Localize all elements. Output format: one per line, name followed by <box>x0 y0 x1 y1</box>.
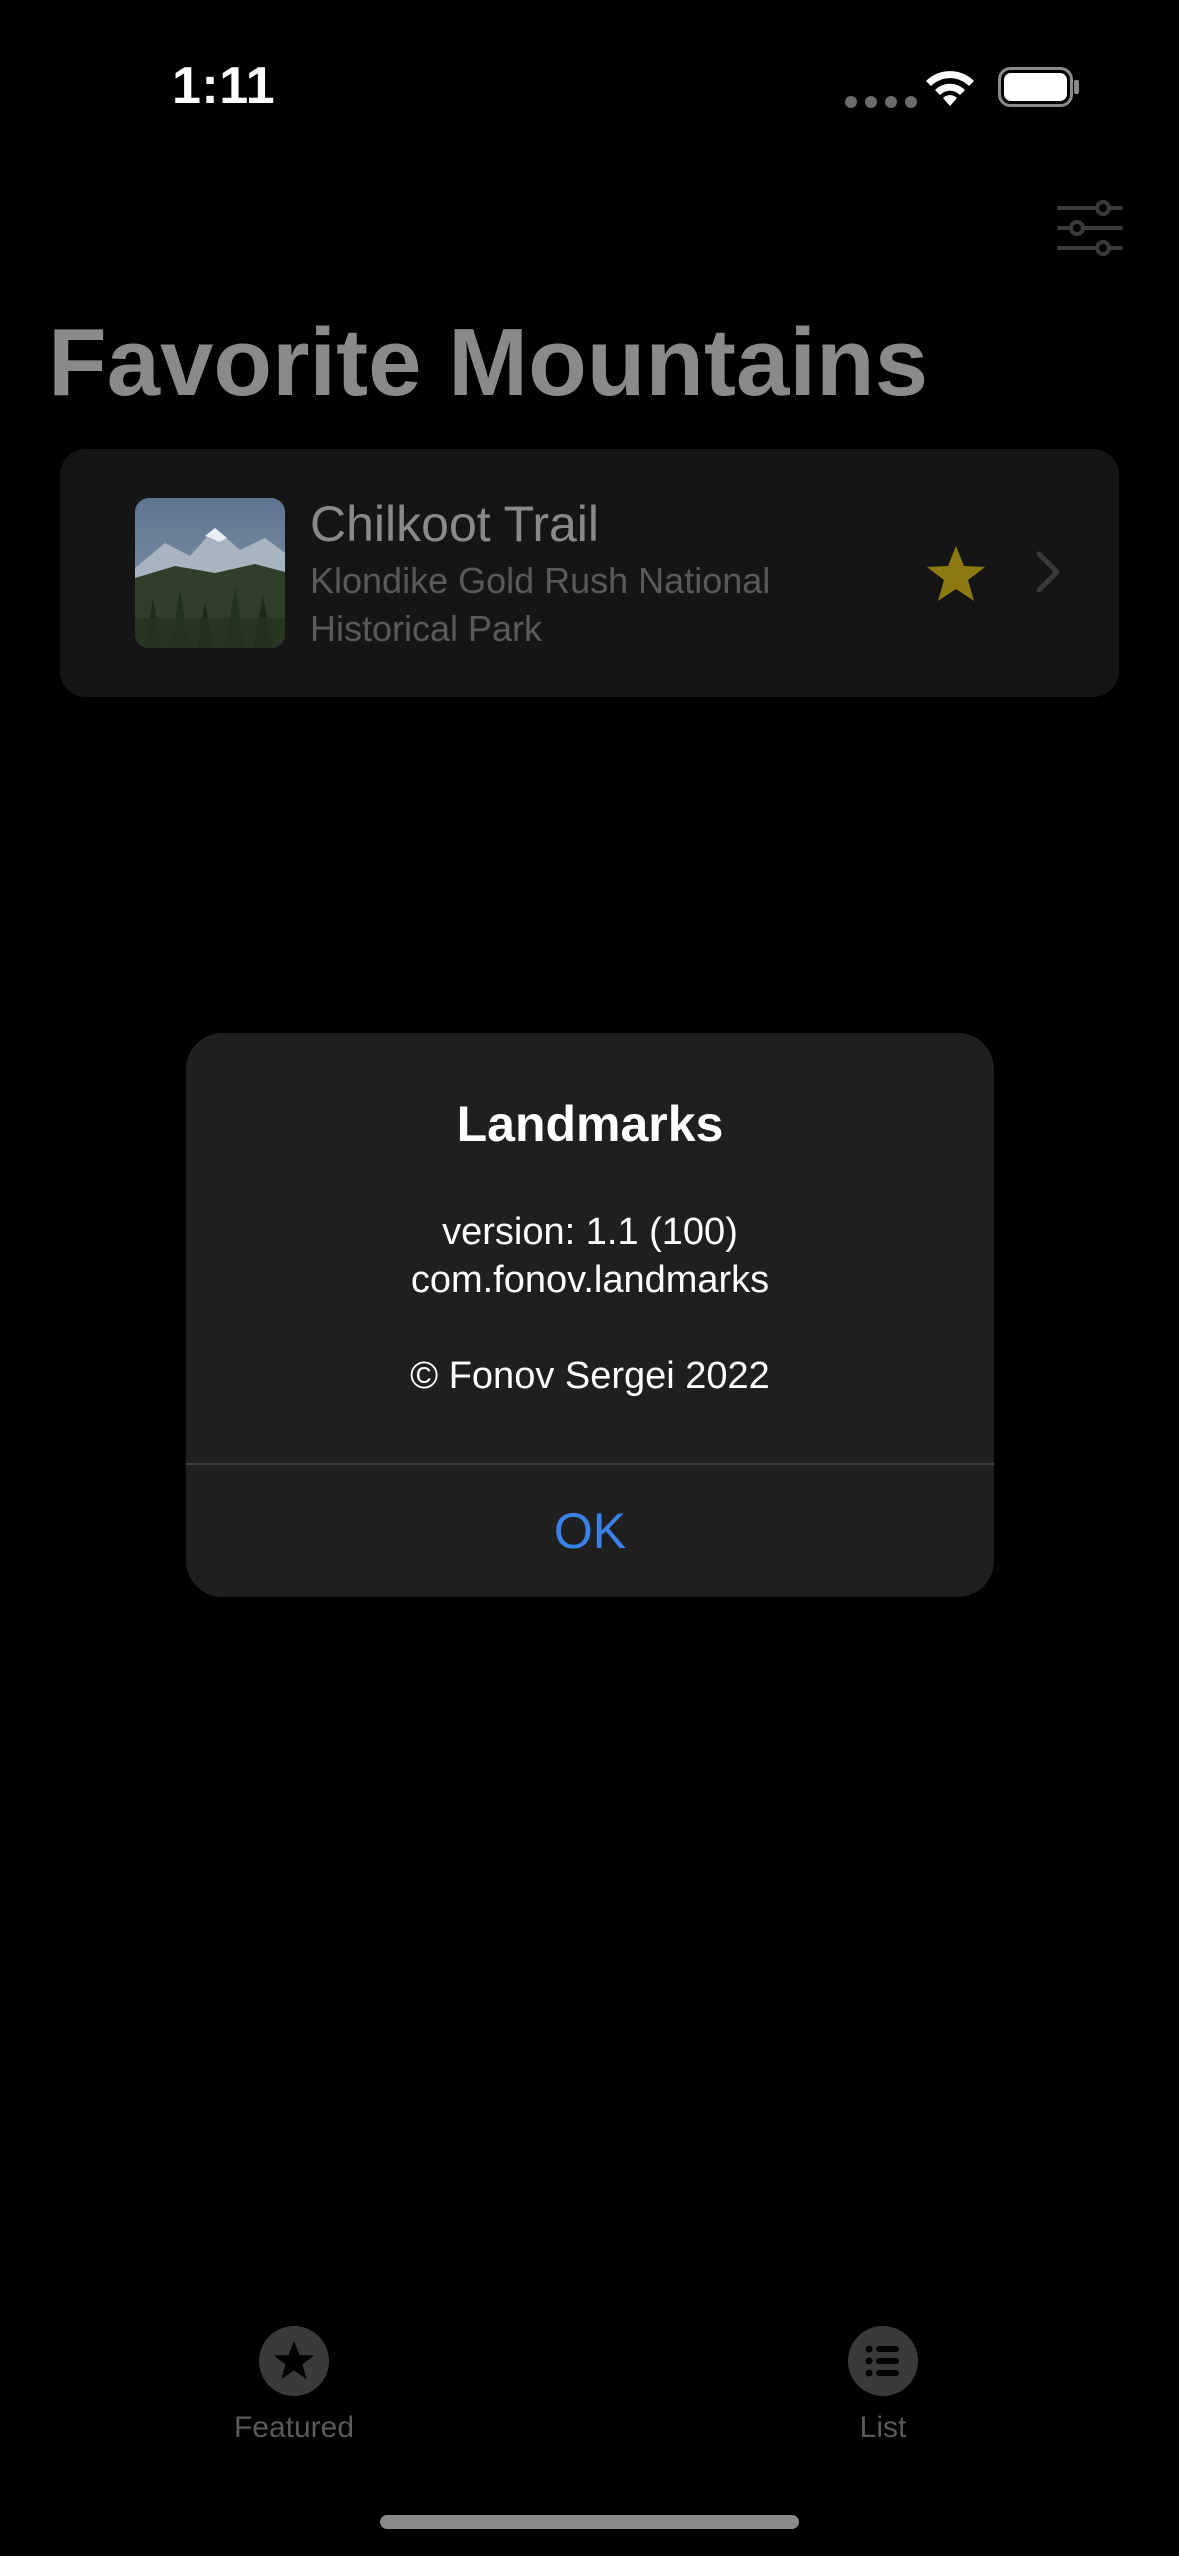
ok-button[interactable]: OK <box>186 1465 994 1597</box>
chevron-right-icon <box>1036 551 1060 593</box>
tab-featured[interactable]: Featured <box>164 2325 424 2445</box>
battery-icon <box>998 67 1079 107</box>
alert-copyright: © Fonov Sergei 2022 <box>410 1355 770 1397</box>
wifi-icon <box>926 71 974 106</box>
tab-list[interactable]: List <box>753 2325 1013 2445</box>
landmark-park: Klondike Gold Rush National Historical P… <box>310 560 771 649</box>
star-circle-icon <box>259 2326 329 2396</box>
alert-version: version: 1.1 (100) <box>442 1211 738 1253</box>
status-time: 1:11 <box>172 57 276 115</box>
filter-button[interactable] <box>1055 198 1125 258</box>
tab-list-label: List <box>859 2411 907 2444</box>
page-title: Favorite Mountains <box>48 309 929 416</box>
tab-featured-label: Featured <box>233 2411 355 2444</box>
landmark-name: Chilkoot Trail <box>310 496 599 552</box>
landmark-thumbnail <box>135 498 285 648</box>
landmark-row[interactable]: Chilkoot Trail Klondike Gold Rush Nation… <box>60 449 1119 697</box>
cellular-signal-icon <box>845 96 917 108</box>
alert-title: Landmarks <box>456 1096 724 1152</box>
screen: 1:11 Favorite Mountains Chilkoot Trail K… <box>0 0 1179 2556</box>
star-icon <box>927 546 985 601</box>
alert-bundle-id: com.fonov.landmarks <box>410 1259 770 1301</box>
list-bullet-circle-icon <box>848 2326 918 2396</box>
about-alert: Landmarks version: 1.1 (100) com.fonov.l… <box>186 1033 994 1597</box>
home-indicator[interactable] <box>380 2515 799 2529</box>
